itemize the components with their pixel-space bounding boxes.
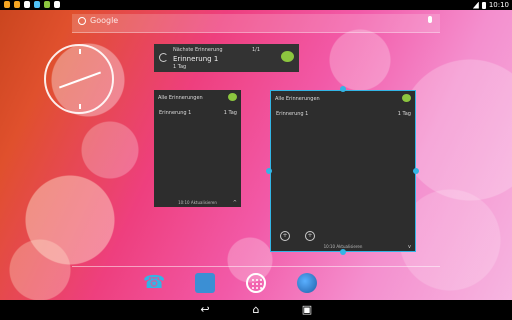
search-icon[interactable] xyxy=(78,17,86,25)
clock-text: 10:10 xyxy=(488,1,509,9)
notification-icon xyxy=(34,1,40,8)
chevron-up-icon[interactable]: ^ xyxy=(233,200,237,206)
resize-handle-left[interactable] xyxy=(266,168,272,174)
app-icon[interactable] xyxy=(402,94,411,102)
status-bar: 10:10 xyxy=(0,0,512,10)
analog-clock-widget[interactable] xyxy=(44,44,114,114)
browser-icon[interactable] xyxy=(297,273,317,293)
reminder-due: 1 Tag xyxy=(397,111,411,117)
widget-title: Nächste Erinnerung xyxy=(173,47,223,53)
widget-title: Alle Erinnerungen xyxy=(158,95,203,101)
refresh-icon[interactable] xyxy=(159,53,168,62)
contacts-icon[interactable] xyxy=(195,273,215,293)
add-icon[interactable]: + xyxy=(280,231,290,241)
app-icon[interactable] xyxy=(228,93,237,101)
reminder-name[interactable]: Erinnerung 1 xyxy=(276,111,308,117)
widget-header: Alle Erinnerungen xyxy=(271,91,415,105)
status-right: 10:10 xyxy=(472,0,509,10)
notification-icon xyxy=(4,1,10,8)
reminder-counter: 1/1 xyxy=(252,47,261,53)
resize-handle-top[interactable] xyxy=(340,86,346,92)
signal-icon xyxy=(472,1,479,9)
notification-icon xyxy=(44,1,50,8)
notification-icons xyxy=(4,1,60,8)
notification-icon xyxy=(14,1,20,8)
app-icon[interactable] xyxy=(281,51,294,62)
reminder-name[interactable]: Erinnerung 1 xyxy=(173,55,218,63)
widget-header: Alle Erinnerungen xyxy=(154,90,241,104)
search-bar[interactable] xyxy=(72,14,440,33)
refresh-time: 10:10 Aktualisieren xyxy=(178,200,217,205)
reminder-due: 1 Tag xyxy=(173,64,187,70)
reminder-name[interactable]: Erinnerung 1 xyxy=(159,110,191,116)
zoom-icon[interactable]: + xyxy=(305,231,315,241)
phone-icon[interactable]: ☎ xyxy=(143,273,165,293)
clock-tick xyxy=(79,104,81,109)
chevron-down-icon[interactable]: v xyxy=(408,244,411,250)
back-icon[interactable]: ↩ xyxy=(195,300,215,320)
home-icon[interactable]: ⌂ xyxy=(246,300,266,320)
minute-hand xyxy=(58,79,81,89)
dock-divider xyxy=(72,266,440,267)
clock-tick xyxy=(79,49,81,54)
resize-handle-bottom[interactable] xyxy=(340,249,346,255)
all-reminders-widget-small[interactable]: Alle Erinnerungen Erinnerung 1 1 Tag 10:… xyxy=(154,90,241,207)
resize-handle-right[interactable] xyxy=(413,168,419,174)
apps-icon[interactable] xyxy=(246,273,266,293)
reminder-due: 1 Tag xyxy=(223,110,237,116)
mic-icon[interactable] xyxy=(428,16,432,23)
search-label[interactable]: Google xyxy=(90,16,118,25)
navigation-bar: ↩ ⌂ ▣ xyxy=(0,300,512,320)
all-reminders-widget-large[interactable]: Alle Erinnerungen Erinnerung 1 1 Tag + +… xyxy=(270,90,416,252)
recents-icon[interactable]: ▣ xyxy=(297,300,317,320)
battery-icon xyxy=(481,1,486,9)
notification-icon xyxy=(24,1,30,8)
widget-footer[interactable]: 10:10 Aktualisieren xyxy=(154,199,241,207)
widget-title: Alle Erinnerungen xyxy=(275,96,320,102)
hour-hand xyxy=(79,71,102,81)
notification-icon xyxy=(54,1,60,8)
next-reminder-widget[interactable]: Nächste Erinnerung Erinnerung 1 1 Tag 1/… xyxy=(154,44,299,72)
